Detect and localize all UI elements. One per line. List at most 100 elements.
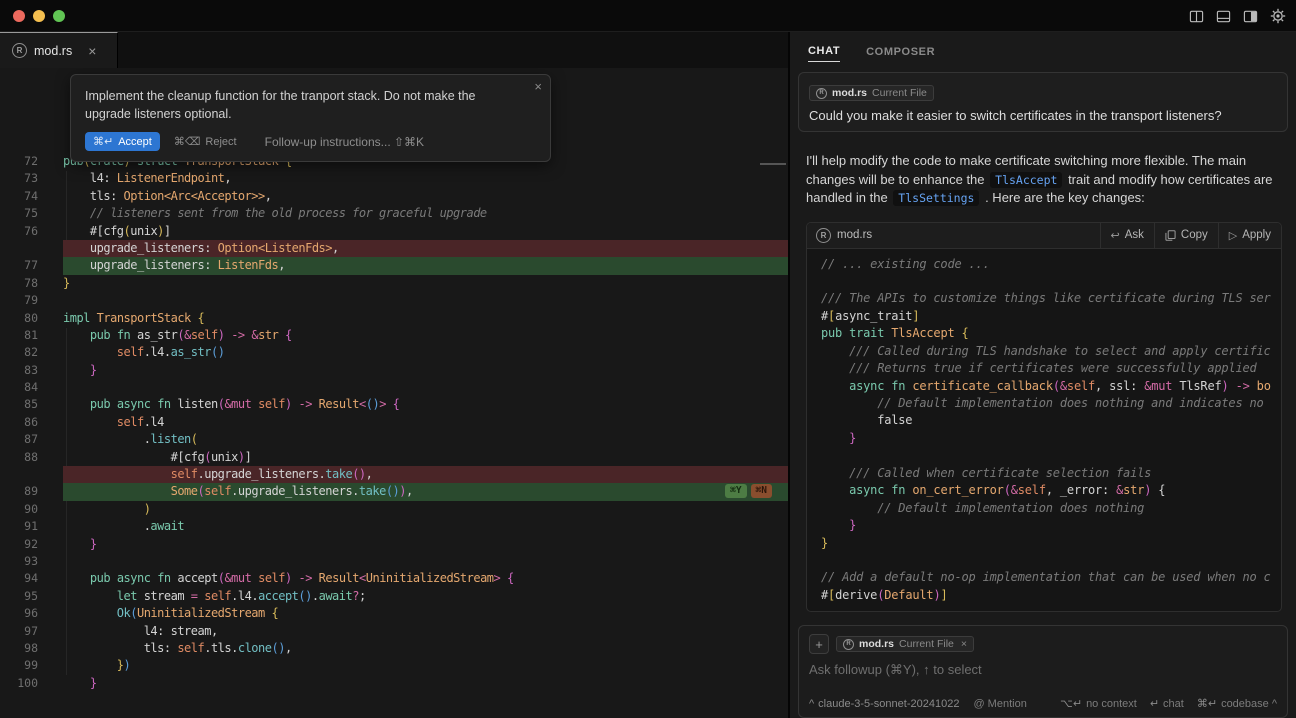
line-number: 83	[0, 362, 63, 379]
code-line: 83 }	[0, 362, 788, 379]
code-line: 90 )	[0, 501, 788, 518]
diff-deleted-line: upgrade_listeners: Option<ListenFds>,	[0, 240, 788, 257]
diff-badges: ⌘Y ⌘N	[725, 484, 772, 498]
accept-diff-badge[interactable]: ⌘Y	[725, 484, 746, 498]
code-line: #[async_trait]	[821, 308, 1281, 325]
context-chip[interactable]: R mod.rs Current File ×	[836, 636, 974, 652]
rust-file-icon: R	[12, 43, 27, 58]
code-line: 74 tls: Option<Arc<Acceptor>>,	[0, 188, 788, 205]
mention-button[interactable]: @ Mention	[973, 698, 1026, 710]
code-line	[821, 447, 1281, 464]
rust-file-icon: R	[816, 228, 831, 243]
code-line: #[derive(Default)]	[821, 587, 1281, 604]
code-line: 96 Ok(UninitializedStream {	[0, 605, 788, 622]
chat-input-footer: ^ claude-3-5-sonnet-20241022 @ Mention ⌥…	[809, 697, 1277, 710]
code-line: }	[821, 517, 1281, 534]
code-line: 98 tls: self.tls.clone(),	[0, 640, 788, 657]
copy-icon	[1165, 230, 1176, 241]
close-window-button[interactable]	[13, 10, 25, 22]
line-number: 100	[0, 675, 63, 692]
line-number	[0, 466, 63, 483]
code-line: 73 l4: ListenerEndpoint,	[0, 170, 788, 187]
code-block-content: // ... existing code .../// The APIs to …	[807, 249, 1281, 612]
toggle-secondary-sidebar-icon[interactable]	[1242, 8, 1259, 25]
code-line: 88 #[cfg(unix)]	[0, 449, 788, 466]
code-line: 84	[0, 379, 788, 396]
settings-gear-icon[interactable]	[1269, 8, 1286, 25]
ask-button[interactable]: ↩ Ask	[1100, 223, 1154, 248]
line-number: 91	[0, 518, 63, 535]
code-line: 75 // listeners sent from the old proces…	[0, 205, 788, 222]
line-number: 96	[0, 605, 63, 622]
model-caret: ^	[809, 698, 814, 710]
line-number: 79	[0, 292, 63, 309]
line-number: 90	[0, 501, 63, 518]
code-line: 80impl TransportStack {	[0, 310, 788, 327]
tab-composer[interactable]: COMPOSER	[866, 46, 935, 62]
rust-file-icon: R	[843, 639, 854, 650]
reject-shortcut: ⌘⌫	[174, 135, 201, 148]
chat-input-field[interactable]	[809, 662, 1277, 684]
inline-code: TlsAccept	[990, 172, 1062, 188]
inline-ai-prompt: × Implement the cleanup function for the…	[70, 74, 551, 162]
followup-instructions-button[interactable]: Follow-up instructions... ⇧⌘K	[265, 135, 424, 149]
prompt-text: Implement the cleanup function for the t…	[85, 87, 536, 123]
code-line: 86 self.l4	[0, 414, 788, 431]
line-number: 88	[0, 449, 63, 466]
add-context-button[interactable]: +	[809, 634, 829, 654]
minimize-window-button[interactable]	[33, 10, 45, 22]
reject-diff-badge[interactable]: ⌘N	[751, 484, 772, 498]
line-number: 95	[0, 588, 63, 605]
line-number: 78	[0, 275, 63, 292]
code-line: /// The APIs to customize things like ce…	[821, 290, 1281, 307]
chat-input-box[interactable]: + R mod.rs Current File × ^ claude-3-5-s…	[798, 625, 1288, 718]
diff-added-line: 77 upgrade_listeners: ListenFds,	[0, 257, 788, 274]
code-line: 76 #[cfg(unix)]	[0, 223, 788, 240]
line-number: 77	[0, 257, 63, 274]
line-number: 94	[0, 570, 63, 587]
toggle-panel-icon[interactable]	[1215, 8, 1232, 25]
prompt-close-icon[interactable]: ×	[534, 79, 542, 94]
tab-mod-rs[interactable]: R mod.rs ×	[0, 32, 118, 68]
split-editor-icon[interactable]	[1188, 8, 1205, 25]
code-block-filename: mod.rs	[837, 229, 1100, 241]
tab-close-icon[interactable]: ×	[88, 43, 96, 59]
tab-chat[interactable]: CHAT	[808, 45, 840, 62]
line-number: 97	[0, 623, 63, 640]
context-chip[interactable]: R mod.rs Current File	[809, 85, 934, 101]
line-number: 82	[0, 344, 63, 361]
code-line: /// Returns true if certificates were su…	[821, 360, 1281, 377]
rust-file-icon: R	[816, 88, 827, 99]
apply-button[interactable]: ▷ Apply	[1218, 223, 1281, 248]
line-number: 86	[0, 414, 63, 431]
chat-submit-hint[interactable]: ↵chat	[1150, 697, 1184, 710]
chat-body: R mod.rs Current File Could you make it …	[790, 72, 1296, 718]
accept-button[interactable]: ⌘↵ Accept	[85, 132, 160, 151]
code-line: 92 }	[0, 536, 788, 553]
line-number: 81	[0, 327, 63, 344]
titlebar	[0, 0, 1296, 32]
editor-body[interactable]: 72pub(crate) struct TransportStack {73 l…	[0, 68, 788, 718]
accept-shortcut: ⌘↵	[93, 135, 113, 148]
copy-button[interactable]: Copy	[1154, 223, 1218, 248]
line-number: 92	[0, 536, 63, 553]
code-line: false	[821, 412, 1281, 429]
chat-pane: CHAT COMPOSER R mod.rs Current File Coul…	[788, 32, 1296, 718]
line-number: 89	[0, 483, 63, 500]
model-selector[interactable]: ^ claude-3-5-sonnet-20241022	[809, 698, 959, 710]
code-line: /// Called during TLS handshake to selec…	[821, 343, 1281, 360]
remove-context-icon[interactable]: ×	[961, 638, 967, 650]
code-line: async fn on_cert_error(&self, _error: &s…	[821, 482, 1281, 499]
no-context-hint[interactable]: ⌥↵no context	[1060, 697, 1137, 710]
code-line: 93	[0, 553, 788, 570]
followup-shortcut: ⇧⌘K	[394, 135, 424, 149]
zoom-window-button[interactable]	[53, 10, 65, 22]
editor-pane: R mod.rs × 72pub(crate) struct Transport…	[0, 32, 788, 718]
code-line: 99 })	[0, 657, 788, 674]
reject-button[interactable]: ⌘⌫ Reject	[174, 135, 237, 148]
user-message-text: Could you make it easier to switch certi…	[809, 108, 1277, 123]
code-line: 97 l4: stream,	[0, 623, 788, 640]
line-number: 87	[0, 431, 63, 448]
codebase-submit-hint[interactable]: ⌘↵codebase ^	[1197, 697, 1277, 710]
window-controls	[13, 10, 65, 22]
